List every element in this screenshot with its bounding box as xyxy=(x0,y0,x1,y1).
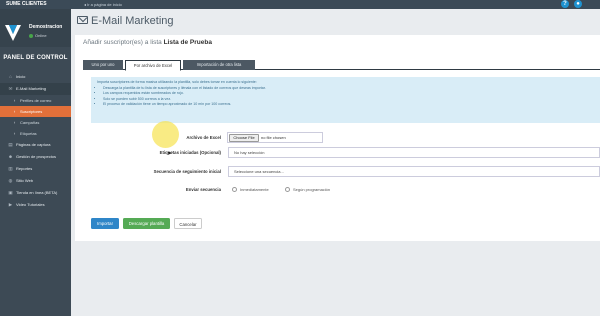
sidebar-item-sitio-web[interactable]: ◍ Sitio Web xyxy=(0,175,71,187)
brand-logo[interactable]: SUME CLIENTES xyxy=(6,1,47,7)
cursor-highlight xyxy=(152,121,179,148)
top-bar: SUME CLIENTES ◂ Ir a página de inicio ? … xyxy=(0,0,600,9)
radio-circle-icon xyxy=(285,187,290,192)
tags-row: Etiquetas iniciadas (Opcional) No hay se… xyxy=(75,147,600,158)
page-title: E-Mail Marketing xyxy=(77,15,174,27)
tags-select[interactable]: No hay selección xyxy=(228,147,600,158)
organization-name: Demostracion xyxy=(29,24,63,30)
chevron-right-icon: › xyxy=(13,109,16,114)
sidebar-item-email-marketing[interactable]: ✉ E-Mail Marketing xyxy=(0,83,71,95)
list-name: Lista de Prueba xyxy=(163,39,212,46)
sidebar-item-gestion-de-prospectos[interactable]: ☻ Gestión de prospectos xyxy=(0,151,71,163)
online-dot-icon xyxy=(29,33,33,38)
profile-block: Demostracion Online xyxy=(0,9,71,47)
chevron-right-icon: › xyxy=(13,98,16,103)
chart-icon: ▥ xyxy=(8,166,13,171)
chevron-right-icon: › xyxy=(13,120,16,125)
tags-label: Etiquetas iniciadas (Opcional) xyxy=(159,150,221,155)
tab-por-archivo-de-excel[interactable]: Por archivo de Excel xyxy=(125,60,181,71)
sidebar-item-campanas[interactable]: › Campañas xyxy=(0,117,71,128)
sidebar-nav: ⌂ Inicio ✉ E-Mail Marketing › Perfiles de c… xyxy=(0,71,71,211)
tab-uno-por-uno[interactable]: Uno por uno xyxy=(83,60,123,70)
sidebar-item-suscriptores[interactable]: › Suscriptores xyxy=(0,106,71,117)
import-tabs: Uno por uno Por archivo de Excel Importa… xyxy=(83,60,600,71)
envelope-icon: ✉ xyxy=(8,86,13,91)
home-icon: ⌂ xyxy=(9,74,12,79)
radio-scheduled[interactable]: Según programación xyxy=(285,187,330,192)
home-page-link[interactable]: ◂ Ir a página de inicio xyxy=(84,2,122,7)
sequence-row: Secuencia de seguimiento inicial Selecci… xyxy=(75,166,600,177)
sidebar-item-reportes[interactable]: ▥ Reportes xyxy=(0,163,71,175)
radio-circle-icon xyxy=(232,187,237,192)
organization-logo-icon xyxy=(5,25,21,41)
card-title: Añadir suscriptor(es) a lista Lista de P… xyxy=(83,39,212,46)
panel-title: PANEL DE CONTROL xyxy=(3,55,68,61)
choose-file-button[interactable]: Choose File xyxy=(229,133,259,142)
tab-importacion-de-otra-lista[interactable]: Importación de otra lista xyxy=(183,60,255,70)
main-content: E-Mail Marketing Añadir suscriptor(es) a… xyxy=(71,9,600,316)
video-icon: ▶ xyxy=(8,202,13,207)
radio-immediately[interactable]: Inmediatamente xyxy=(232,187,269,192)
sidebar-item-perfiles-de-correo[interactable]: › Perfiles de correo xyxy=(0,95,71,106)
users-icon: ☻ xyxy=(8,154,13,159)
download-template-button[interactable]: Descargar plantilla xyxy=(123,218,170,229)
envelope-icon xyxy=(77,16,88,24)
sequence-select[interactable]: Seleccione una secuencia... xyxy=(228,166,600,177)
sidebar-item-etiquetas[interactable]: › Etiquetas xyxy=(0,128,71,139)
file-status: no file chosen xyxy=(261,135,286,140)
send-label: Enviar secuencia xyxy=(185,187,221,192)
cancel-button[interactable]: Cancelar xyxy=(174,218,202,229)
send-row: Enviar secuencia Inmediatamente Según pr… xyxy=(75,184,600,195)
pages-icon: ▤ xyxy=(8,142,13,147)
sequence-label: Secuencia de seguimiento inicial xyxy=(153,169,221,174)
sidebar-item-video-tutoriales[interactable]: ▶ Video Tutoriales xyxy=(0,199,71,211)
question-icon[interactable]: ? xyxy=(561,0,569,8)
user-icon[interactable]: ● xyxy=(574,0,582,8)
chevron-right-icon: › xyxy=(13,131,16,136)
cursor-icon: ➤ xyxy=(167,151,173,157)
globe-icon: ◍ xyxy=(8,178,13,183)
sidebar-item-tienda-en-linea[interactable]: ▣ Tienda en línea (BETA) xyxy=(0,187,71,199)
info-list: Descarga la plantilla de tu lista de sus… xyxy=(97,86,594,108)
sidebar-item-paginas-de-captura[interactable]: ▤ Páginas de captura xyxy=(0,139,71,151)
info-item: El proceso de validación tiene un tiempo… xyxy=(103,102,594,108)
file-label: Archivo de Excel xyxy=(186,135,221,140)
info-alert: Importa suscriptores de forma masiva uti… xyxy=(91,77,600,123)
online-status: Online xyxy=(29,33,47,38)
sidebar-item-inicio[interactable]: ⌂ Inicio xyxy=(0,71,71,83)
cart-icon: ▣ xyxy=(8,190,13,195)
import-button[interactable]: Importar xyxy=(91,218,119,229)
sidebar: Demostracion Online PANEL DE CONTROL ⌂ In… xyxy=(0,9,71,316)
